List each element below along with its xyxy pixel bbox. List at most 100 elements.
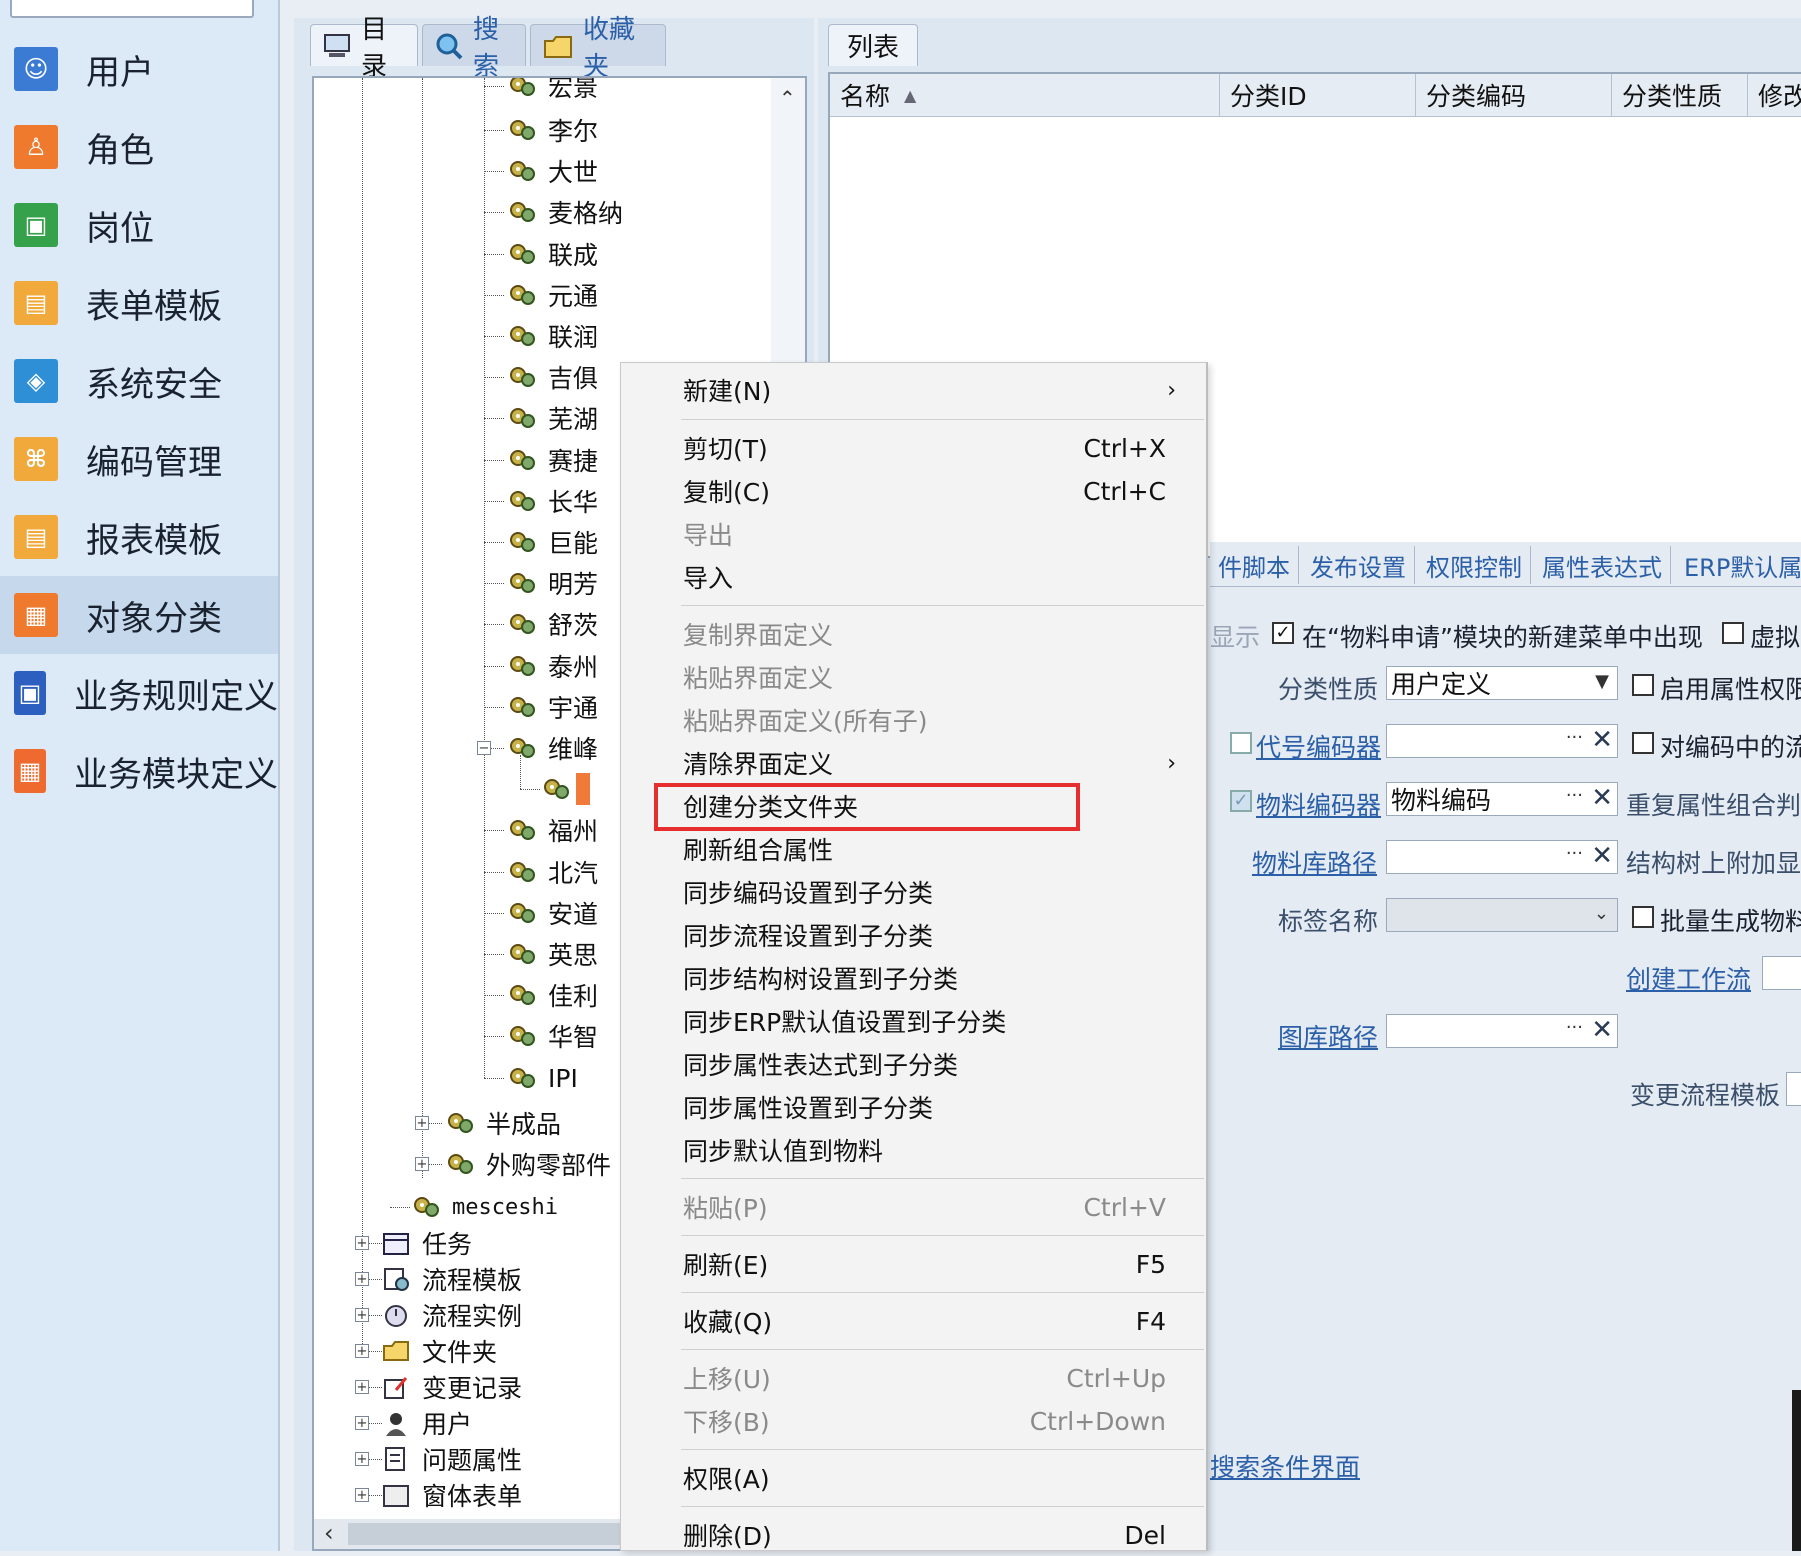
tree-node-category[interactable]: 大世	[506, 151, 598, 191]
code-encoder-field[interactable]: ··· ✕	[1386, 724, 1618, 758]
tab-catalog[interactable]: 目录	[310, 15, 418, 82]
tree-node-category[interactable]: 宇通	[506, 687, 598, 727]
tree-node-category[interactable]: 泰州	[506, 646, 598, 686]
tab-list[interactable]: 列表	[828, 24, 918, 66]
nav-item-0[interactable]: ☺ 用户	[0, 30, 278, 108]
nav-search-input[interactable]	[10, 0, 254, 18]
expand-button[interactable]: +	[355, 1488, 369, 1502]
menu-item-new[interactable]: 新建(N) ›	[683, 369, 1176, 411]
menu-item-import[interactable]: 导入	[683, 556, 1176, 598]
material-lib-path-field[interactable]: ··· ✕	[1386, 840, 1618, 874]
tree-node-category[interactable]: 李尔	[506, 110, 598, 150]
collapse-button[interactable]: −	[477, 741, 491, 755]
tree-node-category[interactable]: 安道	[506, 893, 598, 933]
menu-item-sync-erp[interactable]: 同步ERP默认值设置到子分类	[683, 1000, 1176, 1042]
tree-node-partial[interactable]: 宏景	[506, 78, 598, 106]
code-encoder-link[interactable]: 代号编码器	[1256, 728, 1381, 764]
tab-search[interactable]: 搜索	[422, 15, 526, 82]
tree-node-root[interactable]: 文件夹	[380, 1331, 497, 1371]
expand-button[interactable]: +	[355, 1416, 369, 1430]
create-workflow-field[interactable]	[1762, 956, 1801, 990]
menu-item-sync-attr[interactable]: 同步属性设置到子分类	[683, 1086, 1176, 1128]
expand-button[interactable]: +	[415, 1116, 429, 1130]
create-workflow-link[interactable]: 创建工作流	[1626, 960, 1751, 996]
menu-item-copy[interactable]: 复制(C) Ctrl+C	[683, 470, 1176, 512]
tree-node-selected[interactable]	[540, 769, 590, 809]
browse-icon[interactable]: ···	[1566, 843, 1583, 864]
clear-icon[interactable]: ✕	[1591, 1015, 1613, 1045]
nav-item-7[interactable]: ▦ 对象分类	[0, 576, 278, 654]
category-nature-select[interactable]: 用户定义 ▼	[1386, 666, 1618, 700]
nav-item-3[interactable]: ▤ 表单模板	[0, 264, 278, 342]
tree-node-category[interactable]: IPI	[506, 1058, 578, 1098]
menu-item-sync-expression[interactable]: 同步属性表达式到子分类	[683, 1043, 1176, 1085]
column-name[interactable]: 名称 ▲	[830, 74, 1220, 116]
tree-node-root[interactable]: 窗体表单	[380, 1475, 522, 1515]
tree-node-root[interactable]: 任务	[380, 1223, 472, 1263]
tree-node-root[interactable]: 变更记录	[380, 1367, 522, 1407]
expand-button[interactable]: +	[355, 1380, 369, 1394]
scroll-thumb[interactable]	[348, 1523, 648, 1545]
tree-node-category[interactable]: 芜湖	[506, 398, 598, 438]
menu-item-refresh[interactable]: 刷新(E) F5	[683, 1243, 1176, 1285]
menu-item-permission[interactable]: 权限(A)	[683, 1457, 1176, 1499]
clear-icon[interactable]: ✕	[1591, 725, 1613, 755]
batch-generate-checkbox[interactable]	[1632, 906, 1654, 928]
tab-erp-default[interactable]: ERP默认属性	[1676, 546, 1801, 584]
menu-item-delete[interactable]: 删除(D) Del	[683, 1514, 1176, 1556]
tree-node-category[interactable]: 福州	[506, 810, 598, 850]
menu-item-favorite[interactable]: 收藏(Q) F4	[683, 1300, 1176, 1342]
tree-node-category[interactable]: 联润	[506, 316, 598, 356]
tab-permission[interactable]: 权限控制	[1418, 546, 1531, 584]
browse-icon[interactable]: ···	[1566, 785, 1583, 806]
menu-item-clear-ui[interactable]: 清除界面定义 ›	[683, 742, 1176, 784]
expand-button[interactable]: +	[355, 1272, 369, 1286]
tree-node-category[interactable]: 佳利	[506, 975, 598, 1015]
tab-expression[interactable]: 属性表达式	[1534, 546, 1671, 584]
tree-node-category[interactable]: 维峰	[506, 728, 598, 768]
nav-item-4[interactable]: ◈ 系统安全	[0, 342, 278, 420]
nav-item-6[interactable]: ▤ 报表模板	[0, 498, 278, 576]
tree-node-category[interactable]: 明芳	[506, 563, 598, 603]
drawing-lib-path-field[interactable]: ··· ✕	[1386, 1014, 1618, 1048]
tree-node-category[interactable]: 巨能	[506, 522, 598, 562]
nav-item-9[interactable]: ▦ 业务模块定义	[0, 732, 278, 810]
expand-button[interactable]: +	[355, 1452, 369, 1466]
menu-item-sync-tree[interactable]: 同步结构树设置到子分类	[683, 957, 1176, 999]
tab-favorites[interactable]: 收藏夹	[530, 15, 666, 82]
enable-attr-permission-checkbox[interactable]	[1632, 674, 1654, 696]
encoding-flow-checkbox[interactable]	[1632, 732, 1654, 754]
column-category-nature[interactable]: 分类性质	[1612, 74, 1748, 116]
nav-item-8[interactable]: ▣ 业务规则定义	[0, 654, 278, 732]
menu-item-refresh-combo[interactable]: 刷新组合属性	[683, 828, 1176, 870]
menu-item-cut[interactable]: 剪切(T) Ctrl+X	[683, 427, 1176, 469]
tree-node-category[interactable]: 舒茨	[506, 604, 598, 644]
virtual-checkbox[interactable]	[1722, 622, 1744, 644]
browse-icon[interactable]: ···	[1566, 727, 1583, 748]
expand-button[interactable]: +	[355, 1344, 369, 1358]
menu-item-sync-flow[interactable]: 同步流程设置到子分类	[683, 914, 1176, 956]
column-modified[interactable]: 修改	[1748, 74, 1801, 116]
tree-node-category[interactable]: 元通	[506, 275, 598, 315]
tree-node-root[interactable]: 用户	[380, 1403, 472, 1443]
tree-node-mesceshi[interactable]: mesceshi	[410, 1187, 558, 1227]
expand-button[interactable]: +	[415, 1157, 429, 1171]
tree-node-category[interactable]: 吉俱	[506, 357, 598, 397]
tree-node-category[interactable]: 赛捷	[506, 440, 598, 480]
tree-node-category[interactable]: 长华	[506, 481, 598, 521]
tree-node-root[interactable]: 流程实例	[380, 1295, 522, 1335]
tab-publish[interactable]: 发布设置	[1302, 546, 1415, 584]
tree-node-root[interactable]: 流程模板	[380, 1259, 522, 1299]
expand-button[interactable]: +	[355, 1308, 369, 1322]
tab-script[interactable]: 件脚本	[1210, 546, 1299, 584]
search-condition-ui-link[interactable]: 搜索条件界面	[1210, 1448, 1360, 1484]
nav-item-5[interactable]: ⌘ 编码管理	[0, 420, 278, 498]
tree-node-category[interactable]: 英思	[506, 934, 598, 974]
material-encoder-checkbox[interactable]	[1230, 790, 1252, 812]
material-encoder-field[interactable]: 物料编码 ··· ✕	[1386, 782, 1618, 816]
column-category-code[interactable]: 分类编码	[1416, 74, 1612, 116]
tree-node-category[interactable]: 麦格纳	[506, 192, 623, 232]
column-category-id[interactable]: 分类ID	[1220, 74, 1416, 116]
code-encoder-checkbox[interactable]	[1230, 732, 1252, 754]
appear-in-menu-checkbox[interactable]	[1272, 622, 1294, 644]
